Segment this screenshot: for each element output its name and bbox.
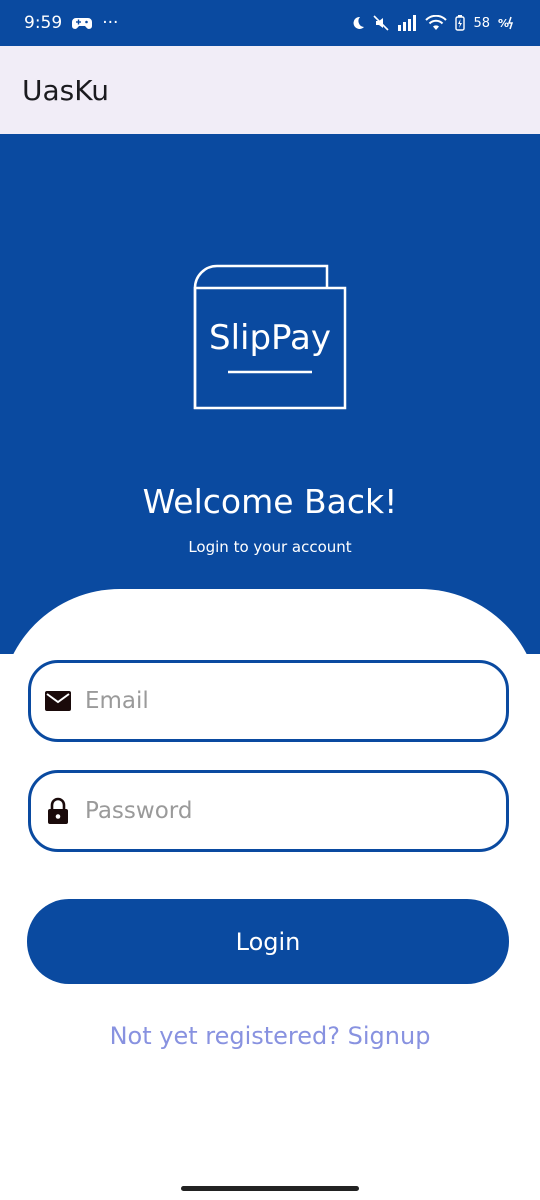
mute-icon: [373, 15, 390, 31]
status-right: 58 %: [351, 15, 516, 31]
welcome-heading: Welcome Back!: [142, 482, 398, 521]
battery-level: 58: [473, 15, 490, 31]
wifi-icon: [425, 15, 448, 31]
home-indicator[interactable]: [181, 1186, 359, 1191]
moon-icon: [351, 16, 365, 30]
battery-icon: [455, 15, 466, 31]
status-more-dots: ···: [102, 13, 119, 33]
password-input[interactable]: [85, 798, 465, 824]
signup-link[interactable]: Not yet registered? Signup: [0, 1022, 540, 1050]
logo-text: SlipPay: [209, 318, 331, 358]
status-left: 9:59 ···: [24, 13, 118, 33]
app-title: UasKu: [22, 73, 109, 107]
email-field[interactable]: [28, 660, 509, 742]
welcome-subtitle: Login to your account: [188, 538, 352, 556]
status-time: 9:59: [24, 13, 63, 33]
password-field[interactable]: [28, 770, 509, 852]
svg-text:%: %: [498, 17, 509, 30]
lock-icon: [43, 796, 73, 826]
slippay-logo: SlipPay: [192, 264, 348, 410]
signal-icon: [397, 15, 417, 31]
login-button[interactable]: Login: [27, 899, 509, 984]
hero-section: SlipPay Welcome Back! Login to your acco…: [0, 134, 540, 654]
status-bar: 9:59 ··· 58 %: [0, 0, 540, 46]
mail-icon: [43, 686, 73, 716]
email-input[interactable]: [85, 688, 465, 714]
game-controller-icon: [72, 16, 93, 30]
data-icon: %: [498, 16, 516, 30]
app-bar: UasKu: [0, 46, 540, 134]
